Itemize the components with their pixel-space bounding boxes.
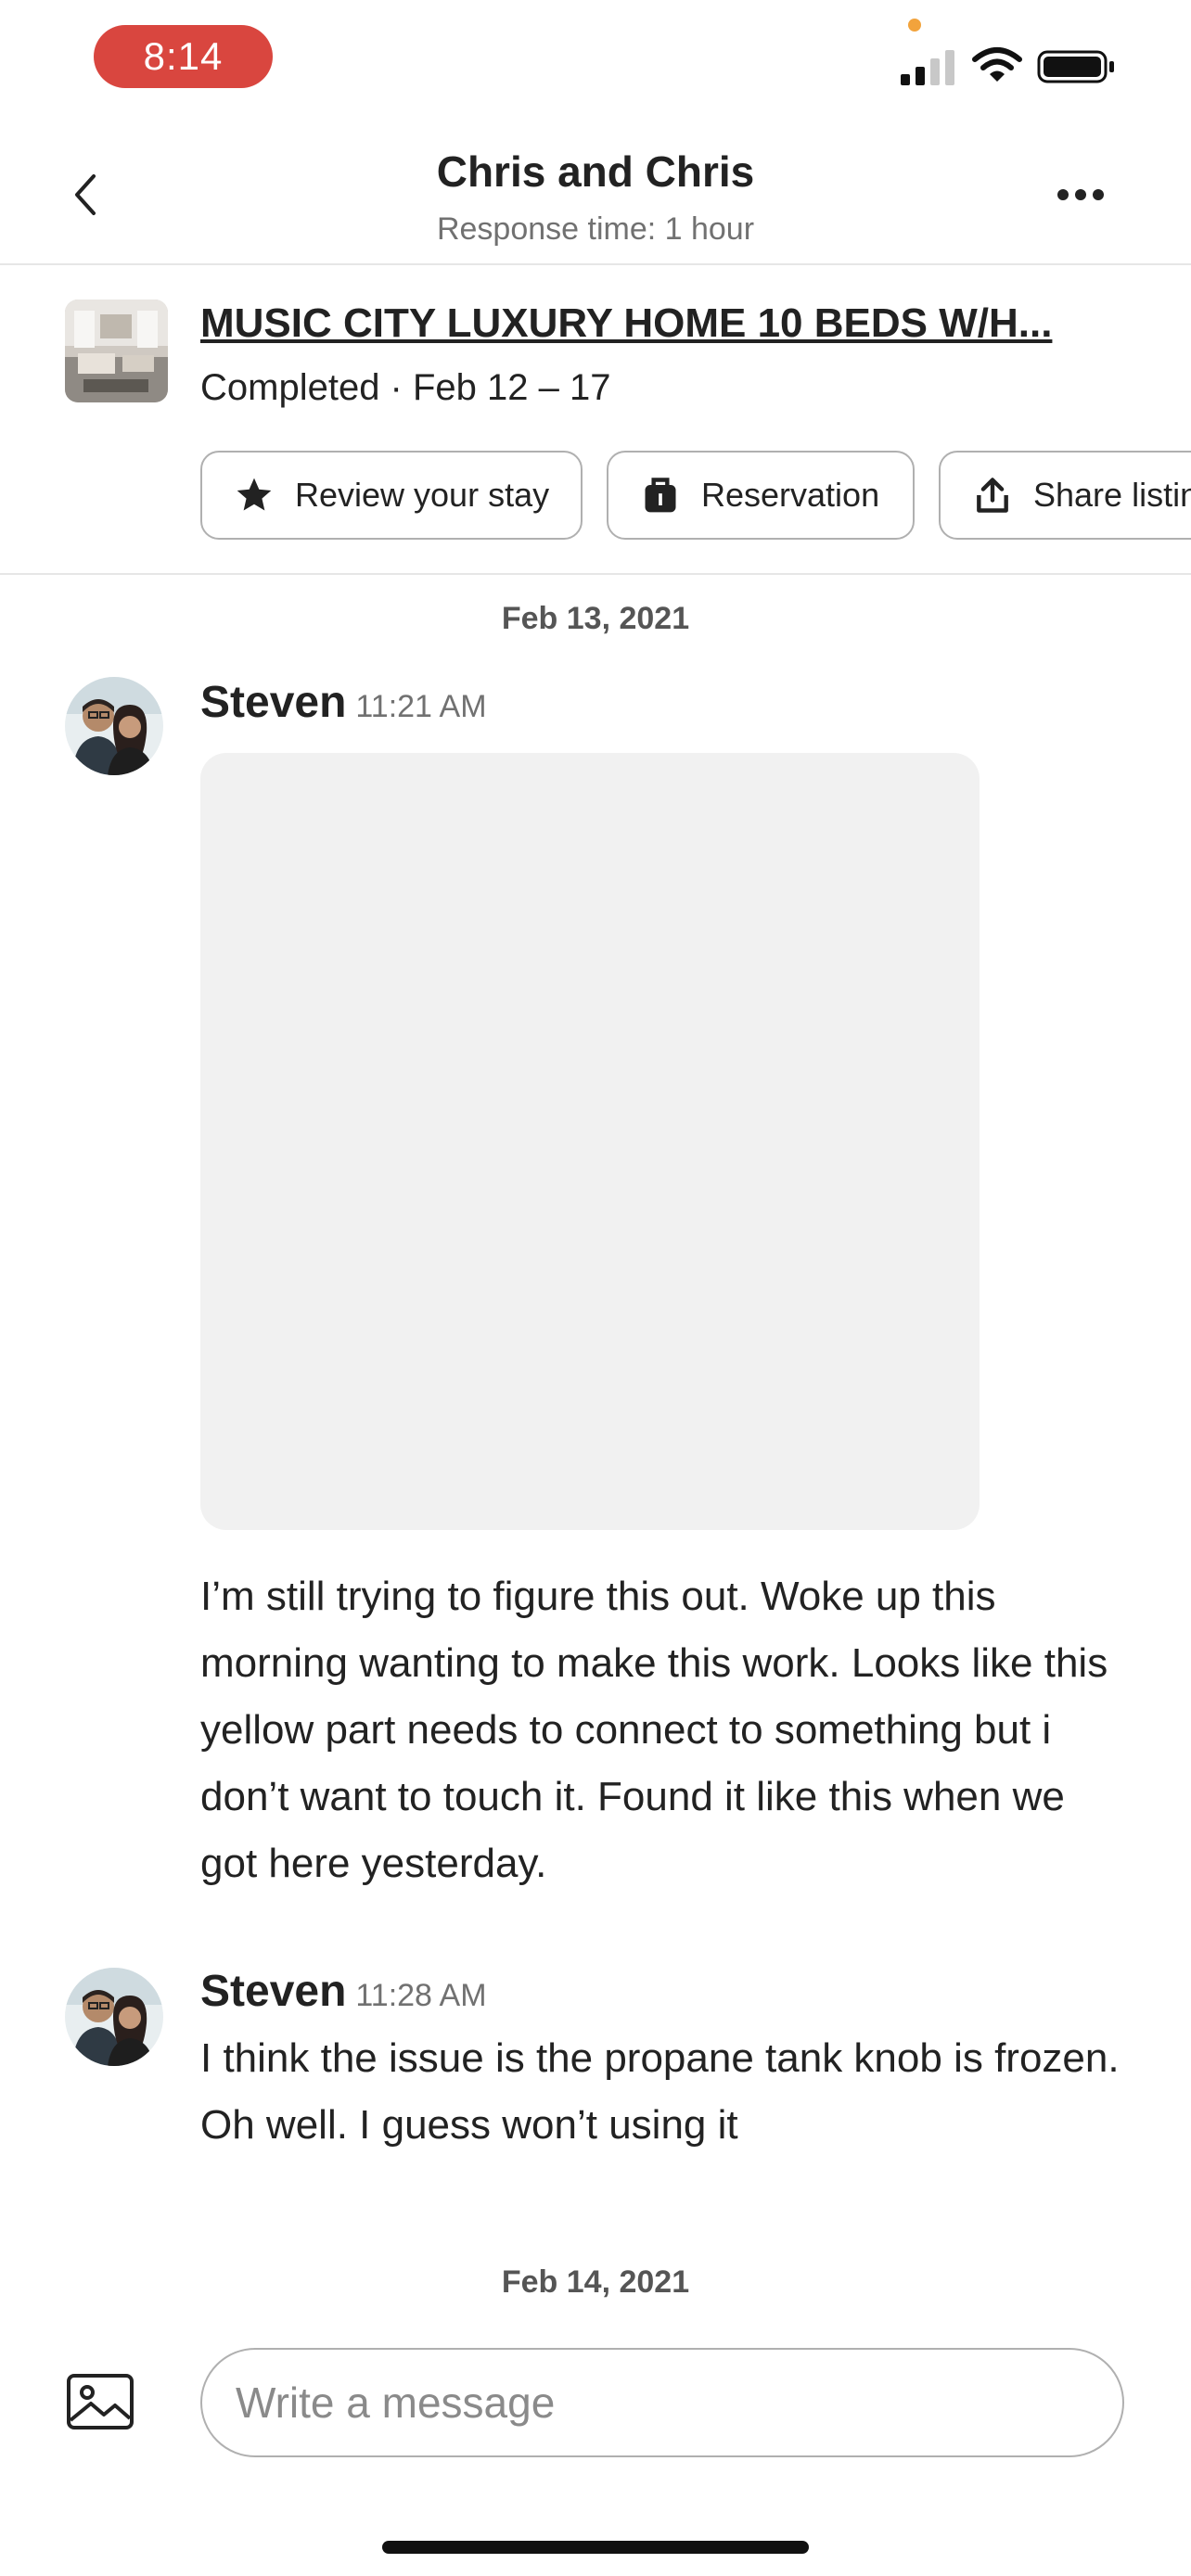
share-listing-label: Share listing [1033, 476, 1191, 514]
sender-name: Steven [200, 1967, 347, 2016]
more-options-button[interactable] [1048, 172, 1113, 218]
more-horizontal-icon [1057, 189, 1104, 200]
status-bar: 8:14 [0, 0, 1191, 111]
wifi-icon [972, 47, 1022, 82]
avatar[interactable] [65, 677, 163, 775]
review-your-stay-label: Review your stay [295, 476, 550, 514]
privacy-indicator-dot [908, 19, 921, 32]
sender-name: Steven [200, 678, 347, 727]
add-photo-button[interactable] [65, 2372, 135, 2431]
message-input[interactable] [200, 2348, 1124, 2457]
home-indicator [382, 2541, 809, 2554]
share-icon [972, 475, 1013, 516]
response-time: Response time: 1 hour [436, 211, 755, 247]
status-time: 8:14 [94, 25, 273, 88]
message-image-attachment[interactable] [200, 753, 980, 1530]
image-icon [67, 2374, 134, 2429]
reservation-button[interactable]: Reservation [607, 451, 915, 540]
listing-summary: MUSIC CITY LUXURY HOME 10 BEDS W/H... Co… [0, 267, 1191, 575]
luggage-icon [640, 475, 681, 516]
date-separator: Feb 14, 2021 [501, 2264, 690, 2300]
star-icon [234, 475, 275, 516]
listing-title-link[interactable]: MUSIC CITY LUXURY HOME 10 BEDS W/H... [200, 300, 1052, 347]
message-body: I’m still trying to figure this out. Wok… [200, 1574, 1108, 1886]
listing-thumbnail[interactable] [65, 300, 168, 402]
message-sender: Steven 11:28 AM [200, 1966, 487, 2017]
conversation-header: Chris and Chris Response time: 1 hour [0, 130, 1191, 265]
listing-actions: Review your stay Reservation Share listi… [200, 451, 1191, 540]
battery-icon [1037, 50, 1114, 83]
listing-status-dates: Completed · Feb 12 – 17 [200, 367, 611, 408]
message-timestamp: 11:21 AM [355, 689, 487, 724]
conversation-title: Chris and Chris [436, 147, 755, 196]
avatar[interactable] [65, 1968, 163, 2066]
cellular-signal-icon [901, 50, 954, 85]
message-sender: Steven 11:21 AM [200, 677, 487, 728]
message-timestamp: 11:28 AM [355, 1978, 487, 2013]
review-your-stay-button[interactable]: Review your stay [200, 451, 583, 540]
reservation-label: Reservation [701, 476, 880, 514]
share-listing-button[interactable]: Share listing [939, 451, 1191, 540]
message-body: I think the issue is the propane tank kn… [200, 2035, 1120, 2148]
date-separator: Feb 13, 2021 [501, 601, 690, 636]
